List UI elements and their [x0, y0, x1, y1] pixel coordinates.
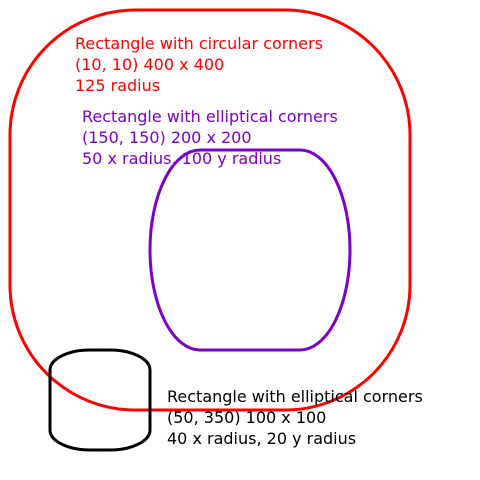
label-line: 50 x radius, 100 y radius — [82, 149, 282, 168]
label-line: Rectangle with elliptical corners — [82, 107, 338, 126]
label-line: 125 radius — [75, 76, 161, 95]
rect-elliptical-corners-purple-shape — [148, 148, 352, 352]
label-line: (50, 350) 100 x 100 — [167, 408, 327, 427]
rect-circular-corners-label: Rectangle with circular corners (10, 10)… — [75, 33, 323, 96]
rect-elliptical-corners-black-label: Rectangle with elliptical corners (50, 3… — [167, 386, 423, 449]
label-line: Rectangle with circular corners — [75, 34, 323, 53]
rect-elliptical-corners-black-shape — [48, 348, 152, 452]
label-line: Rectangle with elliptical corners — [167, 387, 423, 406]
label-line: 40 x radius, 20 y radius — [167, 429, 357, 448]
drawing-canvas: Rectangle with circular corners (10, 10)… — [0, 0, 480, 480]
label-line: (150, 150) 200 x 200 — [82, 128, 252, 147]
rect-elliptical-corners-purple-label: Rectangle with elliptical corners (150, … — [82, 106, 338, 169]
label-line: (10, 10) 400 x 400 — [75, 55, 225, 74]
